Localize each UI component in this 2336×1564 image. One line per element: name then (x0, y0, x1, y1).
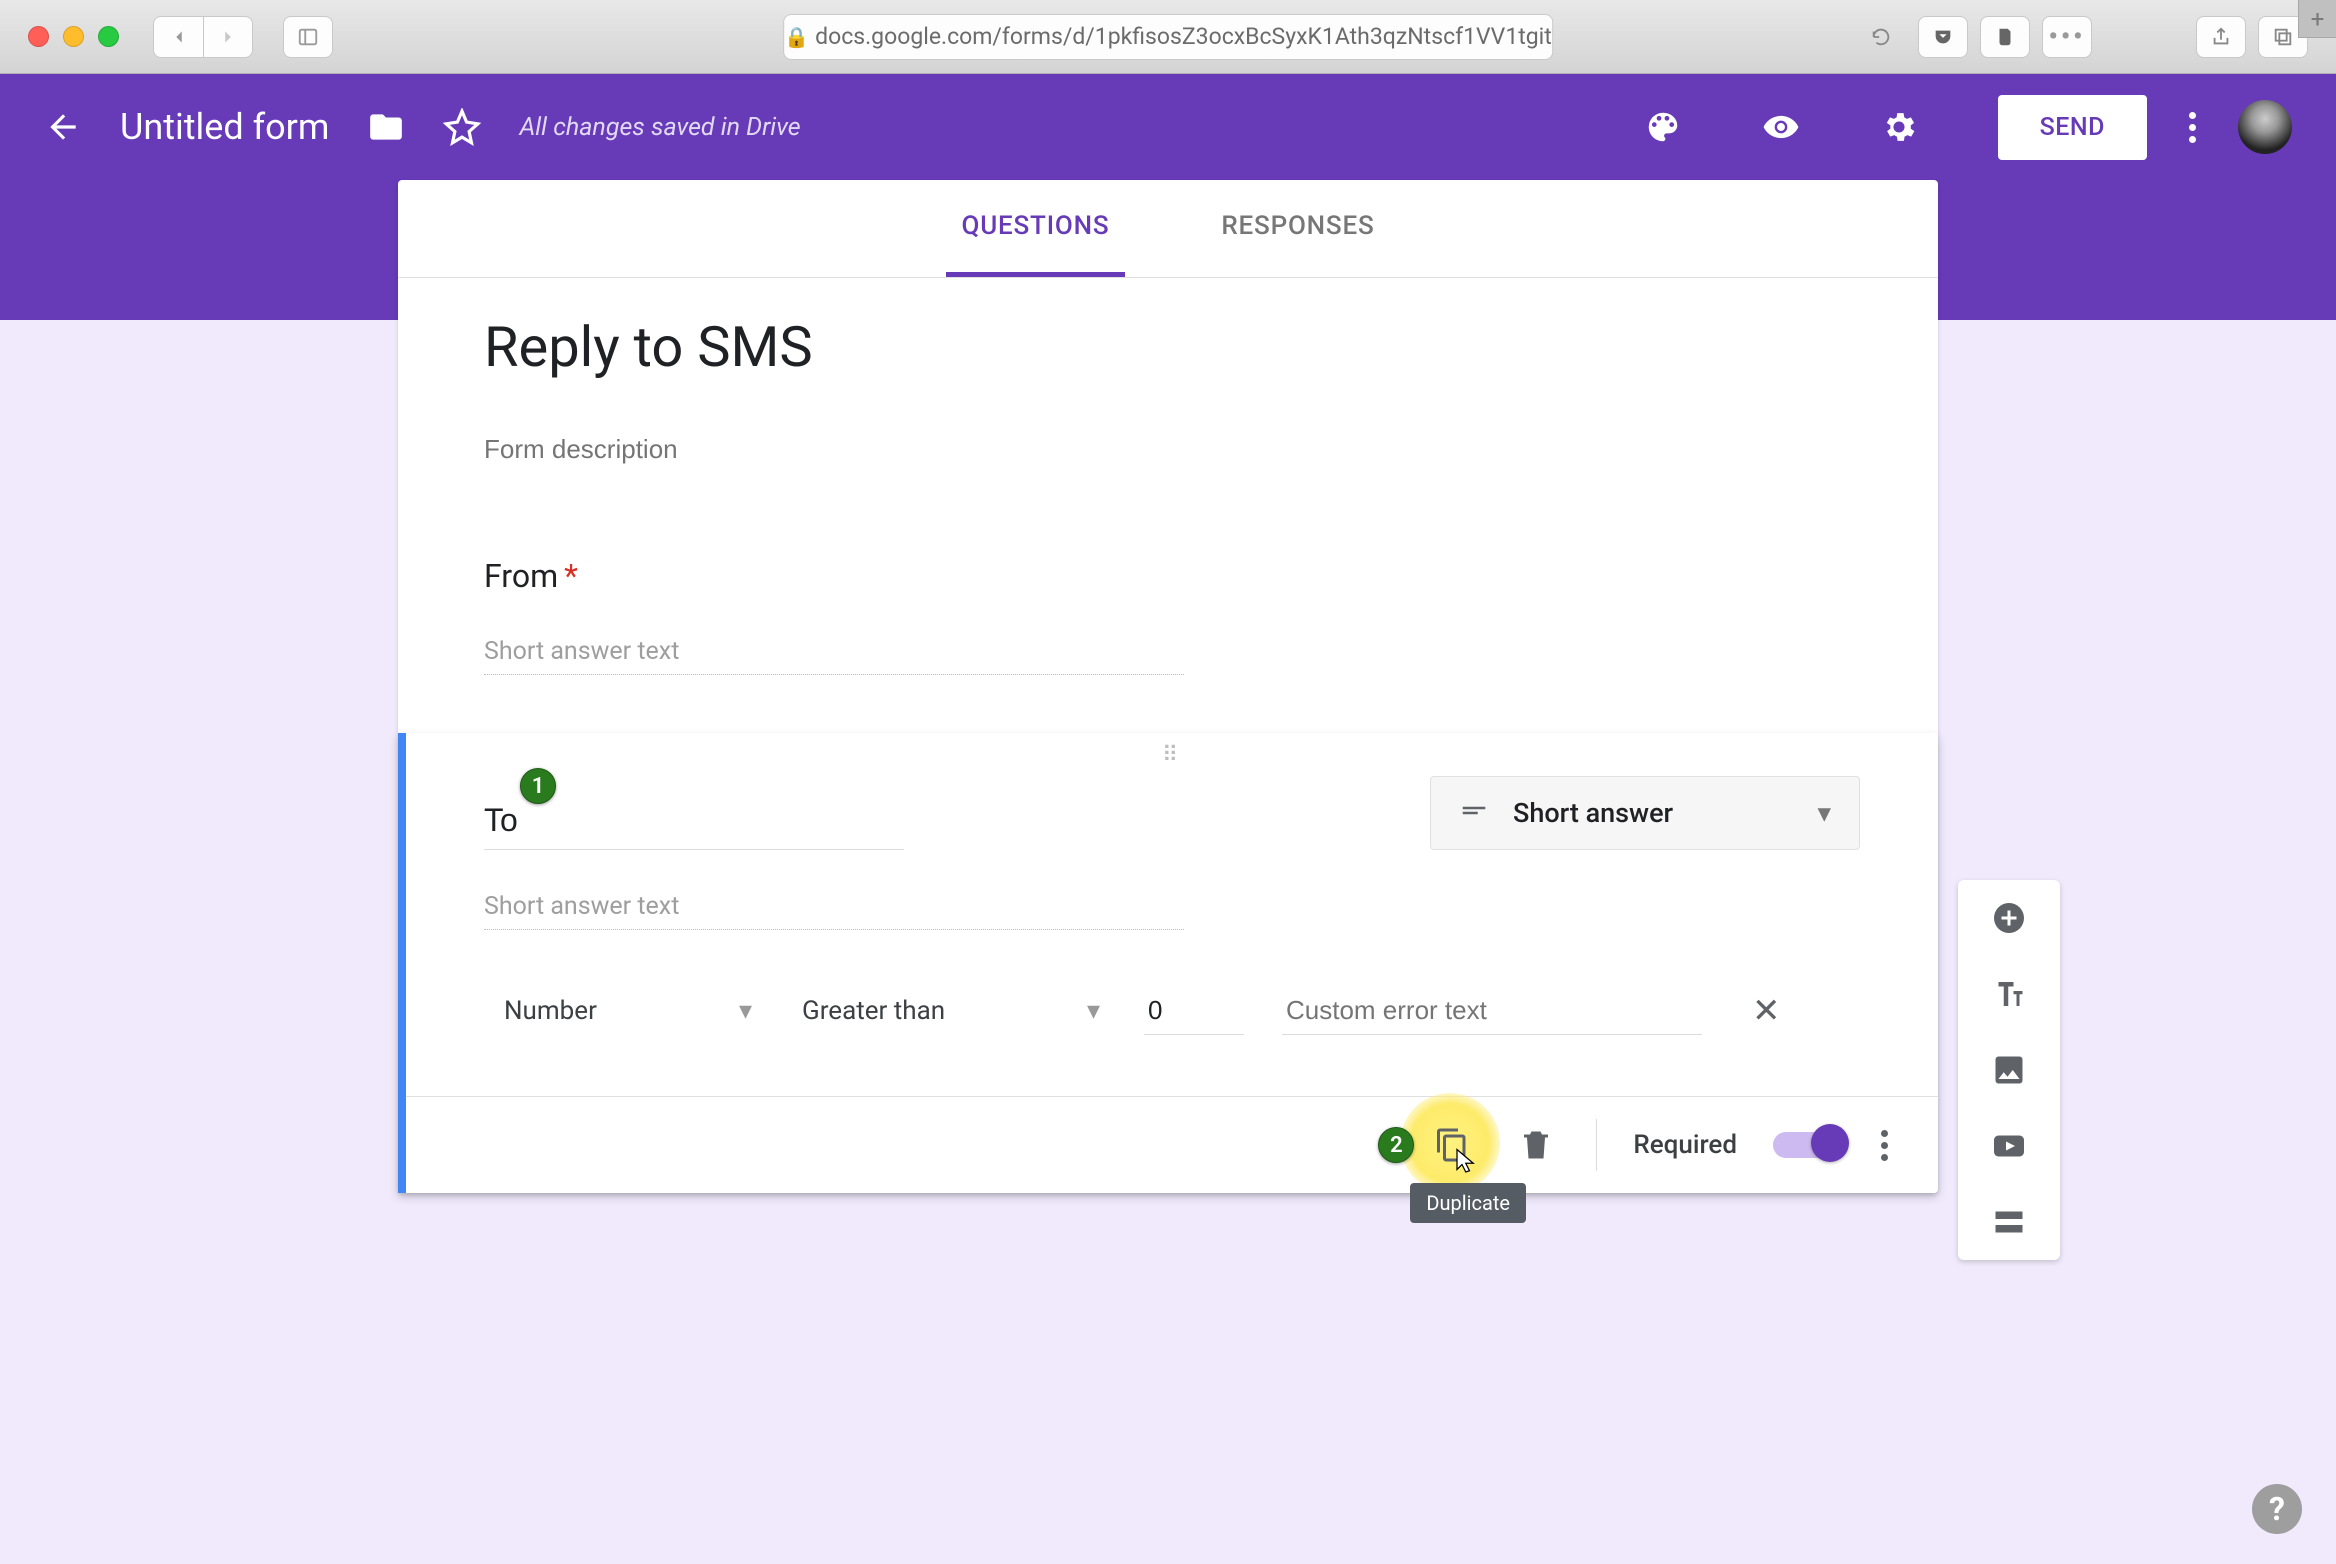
extensions-menu-button[interactable]: ••• (2042, 16, 2092, 58)
window-controls (28, 26, 119, 47)
side-toolbar (1958, 880, 2060, 1260)
add-question-button[interactable] (1989, 898, 2029, 938)
account-avatar[interactable] (2238, 100, 2292, 154)
minimize-window-button[interactable] (63, 26, 84, 47)
annotation-badge-1: 1 (520, 768, 556, 804)
preview-button[interactable] (1762, 108, 1800, 146)
trash-icon (1518, 1127, 1554, 1163)
sidebar-toggle-button[interactable] (283, 16, 333, 58)
back-button[interactable] (153, 16, 203, 58)
validation-error-input[interactable] (1282, 987, 1702, 1035)
forward-button[interactable] (203, 16, 253, 58)
settings-button[interactable] (1880, 108, 1918, 146)
send-button[interactable]: SEND (1998, 95, 2147, 160)
back-to-forms-button[interactable] (44, 108, 82, 146)
form-description-input[interactable] (484, 428, 1852, 471)
add-video-button[interactable] (1989, 1126, 2029, 1166)
maximize-window-button[interactable] (98, 26, 119, 47)
add-image-button[interactable] (1989, 1050, 2029, 1090)
form-header-block[interactable]: Reply to SMS (398, 278, 1938, 527)
lock-icon: 🔒 (784, 25, 809, 49)
color-palette-button[interactable] (1644, 108, 1682, 146)
section-icon (1991, 1204, 2027, 1240)
required-asterisk: * (564, 557, 578, 595)
validation-operator-label: Greater than (802, 996, 945, 1026)
question-type-label: Short answer (1513, 797, 1673, 829)
document-title[interactable]: Untitled form (120, 106, 329, 148)
tab-questions[interactable]: QUESTIONS (946, 180, 1126, 277)
validation-category-label: Number (504, 996, 597, 1026)
short-answer-placeholder: Short answer text (484, 637, 1184, 675)
tabs: QUESTIONS RESPONSES (398, 180, 1938, 278)
question-to-card: ⠿ 1 Short answer ▾ Short answer text (398, 733, 1938, 1193)
help-button[interactable]: ? (2252, 1484, 2302, 1534)
required-toggle[interactable] (1773, 1132, 1845, 1158)
close-window-button[interactable] (28, 26, 49, 47)
required-label: Required (1633, 1130, 1737, 1160)
chevron-down-icon: ▾ (739, 996, 752, 1026)
question-from[interactable]: From* Short answer text (398, 527, 1938, 719)
cursor-icon (1452, 1147, 1482, 1177)
form-title[interactable]: Reply to SMS (484, 314, 1852, 380)
star-button[interactable] (443, 108, 481, 146)
save-status: All changes saved in Drive (519, 113, 800, 142)
question-footer: 2 Duplicate Required (406, 1096, 1938, 1193)
move-to-folder-button[interactable] (367, 108, 405, 146)
forms-header: Untitled form All changes saved in Drive… (0, 74, 2336, 180)
image-icon (1991, 1052, 2027, 1088)
divider (1596, 1119, 1597, 1171)
question-title-input[interactable] (484, 802, 904, 850)
address-bar[interactable]: 🔒 docs.google.com/forms/d/1pkfisosZ3ocxB… (783, 14, 1553, 60)
video-icon (1991, 1128, 2027, 1164)
duplicate-tooltip: Duplicate (1410, 1183, 1526, 1223)
form-card: QUESTIONS RESPONSES Reply to SMS From* S… (398, 180, 1938, 1193)
question-type-select[interactable]: Short answer ▾ (1430, 776, 1860, 850)
validation-operator-select[interactable]: Greater than ▾ (796, 986, 1106, 1036)
share-button[interactable] (2196, 16, 2246, 58)
remove-validation-button[interactable]: ✕ (1752, 991, 1781, 1031)
evernote-extension-button[interactable] (1980, 16, 2030, 58)
tab-responses[interactable]: RESPONSES (1205, 180, 1390, 277)
new-tab-button[interactable]: + (2298, 0, 2336, 38)
more-options-button[interactable] (2189, 112, 2196, 143)
drag-handle-icon[interactable]: ⠿ (406, 733, 1938, 768)
nav-buttons (153, 16, 261, 58)
question-from-label: From* (484, 557, 1852, 595)
validation-category-select[interactable]: Number ▾ (498, 986, 758, 1036)
browser-toolbar: 🔒 docs.google.com/forms/d/1pkfisosZ3ocxB… (0, 0, 2336, 74)
add-section-button[interactable] (1989, 1202, 2029, 1242)
question-more-button[interactable] (1881, 1130, 1888, 1161)
pocket-extension-button[interactable] (1918, 16, 1968, 58)
chevron-down-icon: ▾ (1087, 996, 1100, 1026)
text-icon (1991, 976, 2027, 1012)
short-answer-placeholder: Short answer text (484, 892, 1184, 930)
url-text: docs.google.com/forms/d/1pkfisosZ3ocxBcS… (815, 23, 1552, 50)
add-title-button[interactable] (1989, 974, 2029, 1014)
plus-circle-icon (1991, 900, 2027, 936)
validation-value-input[interactable] (1144, 987, 1244, 1035)
question-from-text: From (484, 557, 558, 595)
delete-button[interactable] (1512, 1121, 1560, 1169)
validation-row: Number ▾ Greater than ▾ ✕ (484, 986, 1860, 1066)
chevron-down-icon: ▾ (1817, 797, 1831, 829)
reload-button[interactable] (1856, 16, 1906, 58)
short-answer-icon (1459, 798, 1489, 828)
